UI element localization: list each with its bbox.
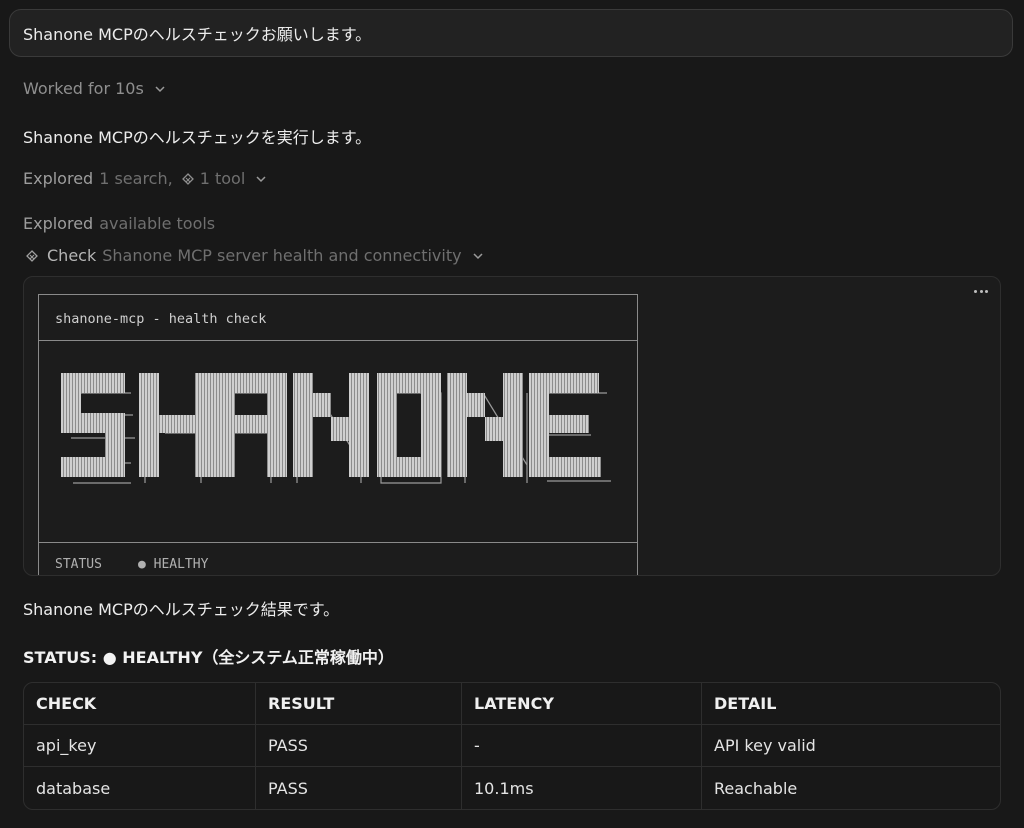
table-cell: PASS bbox=[256, 767, 462, 809]
health-check-table: CHECK RESULT LATENCY DETAIL api_key PASS… bbox=[23, 682, 1001, 810]
explored-label: Explored bbox=[23, 169, 94, 188]
table-cell: PASS bbox=[256, 725, 462, 767]
column-header: DETAIL bbox=[702, 683, 1000, 725]
check-detail: Shanone MCP server health and connectivi… bbox=[102, 246, 462, 265]
worked-toggle[interactable]: Worked for 10s bbox=[23, 79, 168, 98]
explored-search-count: 1 search, bbox=[99, 169, 173, 188]
chat-transcript: Shanone MCPのヘルスチェックお願いします。 Worked for 10… bbox=[0, 0, 1024, 828]
mcp-tool-icon bbox=[25, 249, 39, 263]
terminal-title: shanone-mcp - health check bbox=[55, 311, 267, 327]
mcp-tool-icon bbox=[181, 172, 195, 186]
explored-tools-detail: available tools bbox=[99, 214, 216, 233]
terminal-status-key: STATUS bbox=[55, 557, 102, 572]
explored-tool-count: 1 tool bbox=[199, 169, 246, 188]
more-options-icon[interactable] bbox=[974, 287, 988, 295]
shanone-banner-art bbox=[61, 373, 611, 507]
chevron-down-icon bbox=[253, 171, 269, 187]
status-heading: STATUS: ● HEALTHY（全システム正常稼働中） bbox=[23, 648, 394, 667]
user-message-text: Shanone MCPのヘルスチェックお願いします。 bbox=[23, 25, 372, 44]
table-header-row: CHECK RESULT LATENCY DETAIL bbox=[24, 683, 1000, 725]
worked-label: Worked for 10s bbox=[23, 79, 144, 98]
table-cell: database bbox=[24, 767, 256, 809]
chevron-down-icon bbox=[152, 81, 168, 97]
check-step-toggle[interactable]: Check Shanone MCP server health and conn… bbox=[25, 246, 486, 265]
terminal-output: shanone-mcp - health check STATUS ● HEAL… bbox=[38, 294, 638, 575]
table-row: database PASS 10.1ms Reachable bbox=[24, 767, 1000, 809]
divider bbox=[39, 340, 637, 341]
divider bbox=[39, 542, 637, 543]
table-cell: api_key bbox=[24, 725, 256, 767]
table-cell: Reachable bbox=[714, 778, 798, 798]
table-cell: - bbox=[462, 725, 702, 767]
result-intro: Shanone MCPのヘルスチェック結果です。 bbox=[23, 600, 340, 619]
chevron-down-icon bbox=[470, 248, 486, 264]
table-row: api_key PASS - API key valid bbox=[24, 725, 1000, 767]
terminal-status-line: STATUS ● HEALTHY bbox=[55, 557, 208, 572]
table-cell: 10.1ms bbox=[462, 767, 702, 809]
column-header: CHECK bbox=[24, 683, 256, 725]
explored-tools-line: Explored available tools bbox=[23, 214, 215, 233]
tool-output-card: shanone-mcp - health check STATUS ● HEAL… bbox=[23, 276, 1001, 576]
terminal-status-value: ● HEALTHY bbox=[137, 557, 209, 572]
column-header: LATENCY bbox=[462, 683, 702, 725]
table-cell: API key valid bbox=[702, 725, 1000, 767]
column-header: RESULT bbox=[256, 683, 462, 725]
assistant-intro: Shanone MCPのヘルスチェックを実行します。 bbox=[23, 128, 372, 147]
explored-label: Explored bbox=[23, 214, 94, 233]
check-label: Check bbox=[47, 246, 97, 265]
user-message: Shanone MCPのヘルスチェックお願いします。 bbox=[9, 9, 1013, 57]
explored-summary-toggle[interactable]: Explored 1 search, 1 tool bbox=[23, 169, 269, 188]
